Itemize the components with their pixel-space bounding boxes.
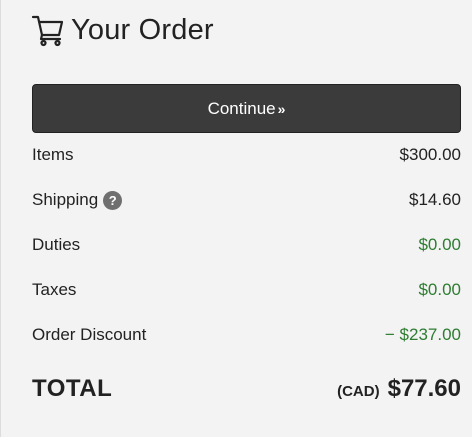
total-row: TOTAL (CAD) $77.60 — [32, 372, 461, 406]
question-circle-icon[interactable]: ? — [103, 190, 123, 210]
shipping-row: Shipping ? $14.60 — [32, 187, 461, 213]
discount-value: − $237.00 — [384, 325, 461, 344]
items-row: Items $300.00 — [32, 142, 461, 168]
shipping-value: $14.60 — [409, 190, 461, 209]
total-amount-group: (CAD) $77.60 — [337, 375, 461, 403]
duties-value: $0.00 — [418, 235, 461, 254]
taxes-value: $0.00 — [418, 280, 461, 299]
shipping-label-group: Shipping ? — [32, 190, 123, 210]
continue-button-label: Continue — [207, 98, 276, 118]
shopping-cart-icon — [31, 13, 65, 47]
discount-label: Order Discount — [32, 325, 147, 344]
page-title: Your Order — [71, 13, 214, 46]
order-summary-panel: Your Order Continue » Items $300.00 Ship… — [0, 0, 472, 437]
items-value: $300.00 — [399, 145, 461, 164]
items-label: Items — [32, 145, 74, 164]
shipping-label: Shipping — [32, 190, 99, 209]
total-amount: $77.60 — [387, 375, 461, 402]
taxes-row: Taxes $0.00 — [32, 277, 461, 303]
currency-code: (CAD) — [337, 383, 380, 400]
duties-row: Duties $0.00 — [32, 232, 461, 258]
order-header: Your Order — [31, 10, 214, 50]
chevron-right-icon: » — [277, 100, 286, 117]
total-label: TOTAL — [32, 375, 113, 402]
discount-row: Order Discount − $237.00 — [32, 322, 461, 348]
continue-button[interactable]: Continue » — [32, 84, 461, 133]
duties-label: Duties — [32, 235, 81, 254]
taxes-label: Taxes — [32, 280, 77, 299]
